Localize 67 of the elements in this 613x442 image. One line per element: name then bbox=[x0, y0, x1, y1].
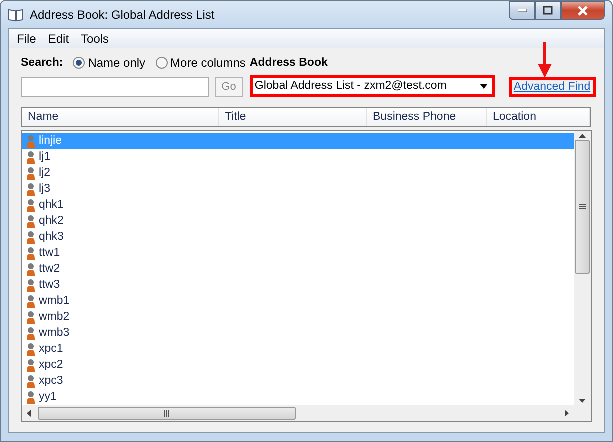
contact-icon bbox=[26, 246, 36, 260]
grip-icon bbox=[164, 410, 170, 416]
contact-icon bbox=[26, 278, 36, 292]
contact-row[interactable]: ttw1 bbox=[22, 245, 574, 261]
close-button[interactable] bbox=[561, 1, 605, 20]
contact-row[interactable]: qhk2 bbox=[22, 213, 574, 229]
horizontal-scrollbar[interactable] bbox=[22, 405, 574, 421]
column-header[interactable]: Title bbox=[219, 108, 367, 126]
scroll-down-icon[interactable] bbox=[579, 399, 586, 403]
contact-icon bbox=[26, 342, 36, 356]
address-book-label: Address Book bbox=[250, 57, 328, 69]
contact-row[interactable]: wmb2 bbox=[22, 309, 574, 325]
advanced-find-link[interactable]: Advanced Find bbox=[512, 80, 593, 94]
arrow-icon bbox=[538, 42, 552, 78]
contact-icon bbox=[26, 374, 36, 388]
contact-row[interactable]: qhk3 bbox=[22, 229, 574, 245]
scroll-right-icon[interactable] bbox=[565, 410, 569, 416]
minimize-button[interactable] bbox=[509, 1, 535, 20]
contact-row[interactable]: ttw3 bbox=[22, 277, 574, 293]
maximize-button[interactable] bbox=[535, 1, 561, 20]
menu-item[interactable]: File bbox=[11, 32, 42, 46]
contact-icon bbox=[26, 182, 36, 196]
contact-icon bbox=[26, 214, 36, 228]
contact-icon bbox=[26, 230, 36, 244]
contact-icon bbox=[26, 150, 36, 164]
maximize-icon bbox=[543, 6, 553, 15]
contact-icon bbox=[26, 358, 36, 372]
close-icon bbox=[577, 6, 589, 16]
scrollbar-thumb[interactable] bbox=[38, 406, 296, 420]
contact-icon bbox=[26, 134, 36, 148]
radio-option[interactable]: More columns bbox=[156, 56, 246, 70]
contact-icon bbox=[26, 198, 36, 212]
contact-row[interactable]: wmb1 bbox=[22, 293, 574, 309]
scroll-up-icon[interactable] bbox=[579, 134, 586, 138]
minimize-icon bbox=[518, 9, 526, 12]
address-book-dropdown[interactable]: Global Address List - zxm2@test.com bbox=[252, 78, 492, 94]
menu-item[interactable]: Tools bbox=[75, 32, 116, 46]
contact-row[interactable]: xpc3 bbox=[22, 373, 574, 389]
contact-row[interactable]: wmb3 bbox=[22, 325, 574, 341]
menu-item[interactable]: Edit bbox=[42, 32, 76, 46]
radio-option[interactable]: Name only bbox=[73, 56, 146, 70]
scroll-left-icon[interactable] bbox=[27, 410, 31, 416]
contact-row[interactable]: qhk1 bbox=[22, 197, 574, 213]
contact-icon bbox=[26, 166, 36, 180]
contact-icon bbox=[26, 262, 36, 276]
contact-row[interactable]: xpc1 bbox=[22, 341, 574, 357]
contact-row[interactable]: ttw2 bbox=[22, 261, 574, 277]
dropdown-caret-icon bbox=[480, 84, 488, 88]
column-header[interactable]: Name bbox=[22, 108, 219, 126]
vertical-scrollbar[interactable] bbox=[574, 131, 591, 421]
search-label: Search: bbox=[21, 57, 64, 69]
column-header[interactable]: Business Phone bbox=[367, 108, 487, 126]
contact-row[interactable]: lj2 bbox=[22, 165, 574, 181]
search-field[interactable] bbox=[21, 77, 209, 97]
contact-icon bbox=[26, 390, 36, 404]
contact-icon bbox=[26, 326, 36, 340]
contact-row[interactable]: lj3 bbox=[22, 181, 574, 197]
contact-row[interactable]: yy1 bbox=[22, 389, 574, 405]
grip-icon bbox=[579, 204, 586, 210]
column-header[interactable]: Location bbox=[487, 108, 590, 126]
contact-icon bbox=[26, 294, 36, 308]
contact-row[interactable]: lj1 bbox=[22, 149, 574, 165]
contact-row[interactable]: xpc2 bbox=[22, 357, 574, 373]
address-book-icon bbox=[8, 8, 24, 22]
contact-icon bbox=[26, 310, 36, 324]
scrollbar-thumb[interactable] bbox=[575, 140, 590, 274]
window-title: Address Book: Global Address List bbox=[30, 8, 215, 22]
